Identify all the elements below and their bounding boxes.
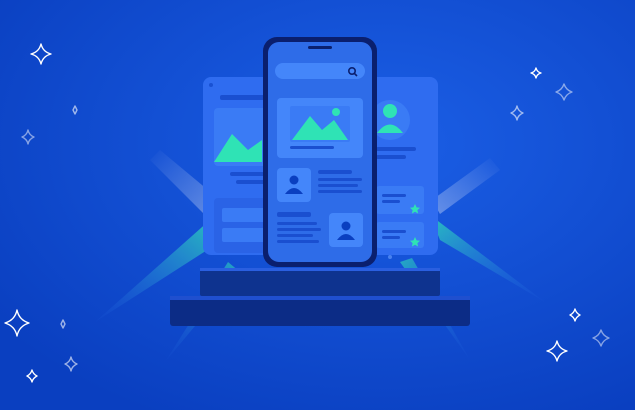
phone-mockup <box>263 37 377 267</box>
phone-avatar-card <box>277 168 311 202</box>
pedestal <box>170 268 470 326</box>
illustration-canvas <box>0 0 635 410</box>
search-bar <box>275 63 365 79</box>
illustration <box>0 0 635 410</box>
